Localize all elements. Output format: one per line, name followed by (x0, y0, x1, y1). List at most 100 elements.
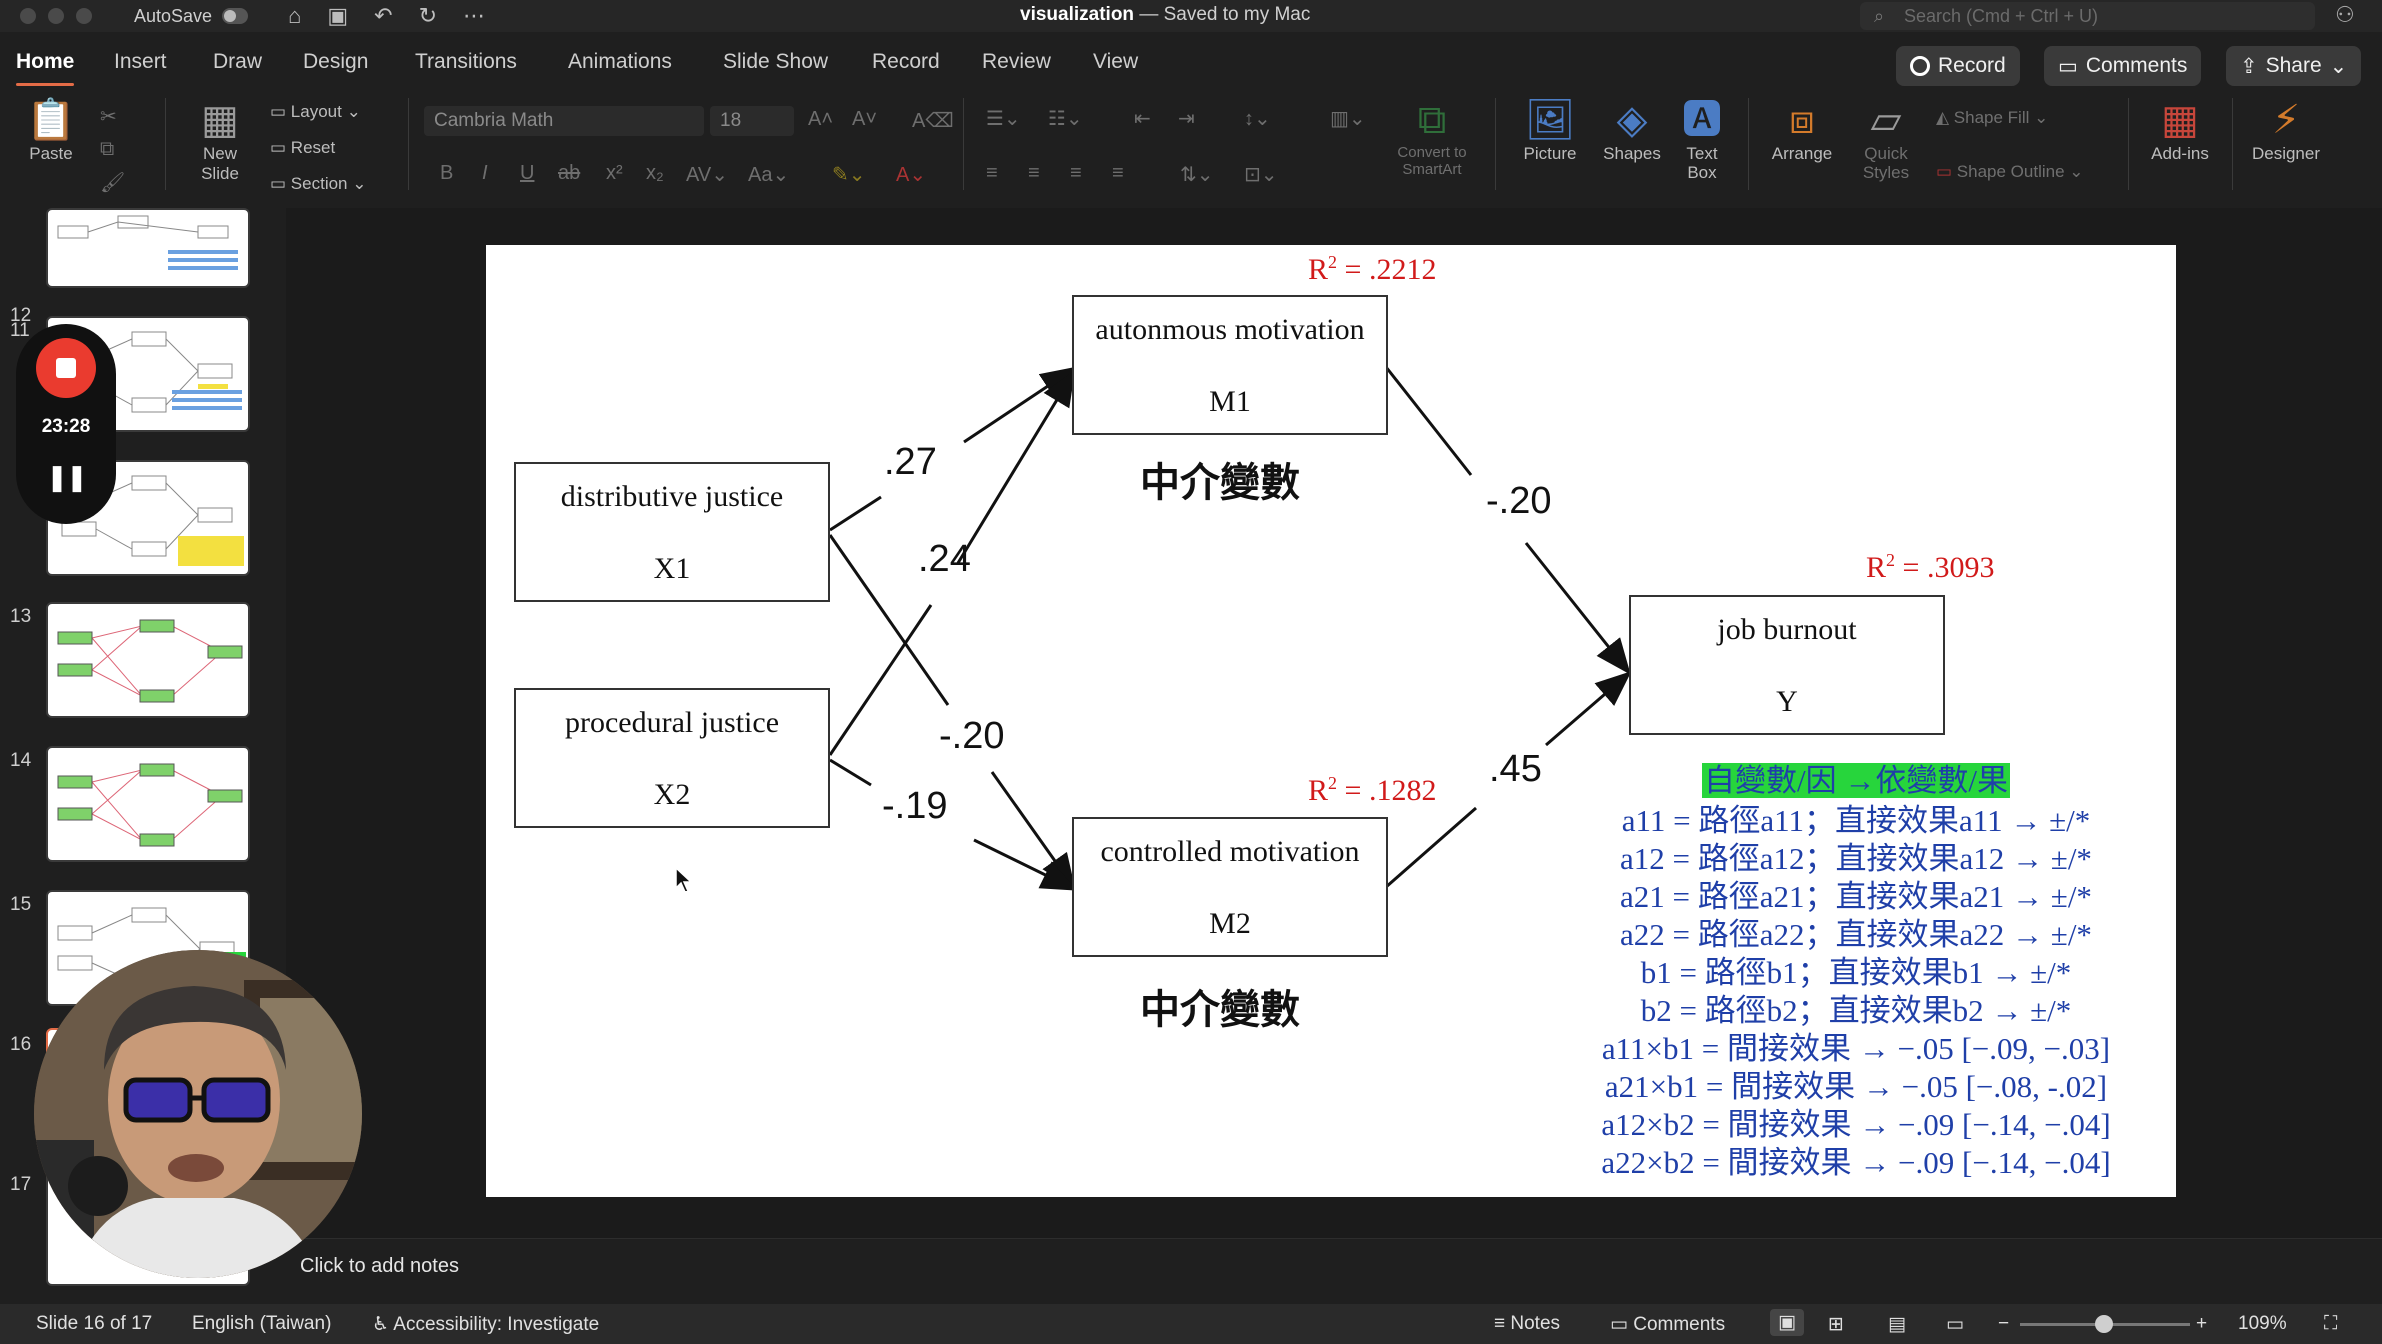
new-slide-button[interactable]: ▦ New Slide (180, 96, 260, 184)
slide-thumbnail[interactable] (46, 746, 250, 862)
account-icon[interactable]: ⚇ (2335, 2, 2355, 28)
numbering-icon[interactable]: ☷⌄ (1048, 106, 1083, 131)
columns-icon[interactable]: ▥⌄ (1330, 106, 1366, 131)
close-window-button[interactable] (20, 8, 36, 24)
slide-sorter-icon[interactable]: ⊞ (1828, 1313, 1844, 1336)
text-box-button[interactable]: 🅰 Text Box (1676, 96, 1728, 182)
italic-icon[interactable]: I (482, 162, 488, 185)
coef-a11[interactable]: .27 (884, 441, 937, 484)
normal-view-icon[interactable]: ▣ (1770, 1309, 1804, 1336)
decrease-font-icon[interactable]: A˅ (852, 108, 877, 131)
tab-slide-show[interactable]: Slide Show (723, 50, 828, 74)
shape-outline-button[interactable]: ▭ Shape Outline ⌄ (1936, 162, 2084, 182)
character-spacing-icon[interactable]: AV⌄ (686, 162, 728, 187)
shapes-button[interactable]: ◈ Shapes (1592, 96, 1672, 164)
share-button[interactable]: ⇪ Share ⌄ (2226, 46, 2362, 86)
coef-b2[interactable]: .45 (1489, 748, 1542, 791)
box-x2[interactable]: procedural justice X2 (514, 688, 830, 828)
format-painter-icon[interactable]: 🖌 (100, 170, 125, 195)
highlight-icon[interactable]: ✎⌄ (832, 162, 866, 187)
shape-fill-button[interactable]: ◭ Shape Fill ⌄ (1936, 108, 2048, 128)
coef-a21[interactable]: .24 (918, 538, 971, 581)
align-right-icon[interactable]: ≡ (1070, 162, 1082, 185)
autosave-switch[interactable] (222, 8, 249, 24)
tab-home[interactable]: Home (16, 50, 75, 86)
notes-pane[interactable]: Click to add notes (286, 1238, 2382, 1298)
tab-draw[interactable]: Draw (213, 50, 262, 74)
decrease-indent-icon[interactable]: ⇤ (1134, 106, 1151, 131)
zoom-in-icon[interactable]: + (2196, 1313, 2207, 1335)
paste-button[interactable]: 📋 Paste (16, 96, 86, 164)
bullets-icon[interactable]: ☰⌄ (986, 106, 1021, 131)
coef-a12[interactable]: -.20 (939, 715, 1004, 758)
font-color-icon[interactable]: A⌄ (896, 162, 926, 187)
slide-thumbnail[interactable] (46, 208, 250, 288)
arrange-button[interactable]: ⧈ Arrange (1760, 96, 1844, 164)
justify-icon[interactable]: ≡ (1112, 162, 1124, 185)
r2-y[interactable]: R2 = .3093 (1866, 550, 1994, 585)
record-button[interactable]: Record (1896, 46, 2020, 86)
line-spacing-icon[interactable]: ↕⌄ (1244, 106, 1271, 131)
quick-styles-button[interactable]: ▱ Quick Styles (1850, 96, 1922, 182)
copy-icon[interactable]: ⧉ (100, 138, 114, 161)
cut-icon[interactable]: ✂ (100, 104, 117, 129)
reset-button[interactable]: ▭ Reset (270, 138, 335, 158)
superscript-icon[interactable]: x² (606, 162, 623, 185)
underline-icon[interactable]: U (520, 162, 534, 185)
pause-recording-button[interactable]: ❚❚ (16, 462, 116, 493)
align-center-icon[interactable]: ≡ (1028, 162, 1040, 185)
box-y[interactable]: job burnout Y (1629, 595, 1945, 735)
redo-icon[interactable]: ↻ (419, 3, 437, 29)
mediator-label-m2[interactable]: 中介變數 (1140, 977, 1300, 1035)
font-name-field[interactable]: Cambria Math (424, 106, 704, 136)
zoom-out-icon[interactable]: − (1998, 1313, 2009, 1335)
box-m2[interactable]: controlled motivation M2 (1072, 817, 1388, 957)
tab-record[interactable]: Record (872, 50, 940, 74)
align-text-icon[interactable]: ⊡⌄ (1244, 162, 1278, 187)
change-case-icon[interactable]: Aa⌄ (748, 162, 789, 187)
increase-font-icon[interactable]: A˄ (808, 108, 833, 131)
slide-canvas[interactable]: distributive justice X1 procedural justi… (486, 245, 2176, 1197)
comments-button[interactable]: ▭ Comments (2044, 46, 2202, 86)
font-size-field[interactable]: 18 (710, 106, 794, 136)
bold-icon[interactable]: B (440, 162, 453, 185)
more-icon[interactable]: ⋯ (463, 3, 485, 29)
save-icon[interactable]: ▣ (327, 3, 348, 29)
stop-recording-button[interactable] (36, 338, 96, 398)
tab-view[interactable]: View (1093, 50, 1138, 74)
clear-formatting-icon[interactable]: A⌫ (912, 108, 954, 133)
effects-legend[interactable]: 自變數/因 →依變數/果 a11 = 路徑a11；直接效果a11 → ±/* a… (1556, 755, 2156, 1182)
coef-a22[interactable]: -.19 (882, 785, 947, 828)
slideshow-view-icon[interactable]: ▭ (1946, 1313, 1964, 1336)
comments-toggle[interactable]: ▭ Comments (1610, 1313, 1725, 1336)
tab-insert[interactable]: Insert (114, 50, 167, 74)
notes-toggle[interactable]: ≡ Notes (1494, 1313, 1560, 1335)
language-indicator[interactable]: English (Taiwan) (192, 1313, 331, 1335)
designer-button[interactable]: ⚡ Designer (2244, 96, 2328, 164)
home-icon[interactable]: ⌂ (288, 3, 301, 29)
text-direction-icon[interactable]: ⇅⌄ (1180, 162, 1214, 187)
section-button[interactable]: ▭ Section ⌄ (270, 174, 366, 194)
r2-m2[interactable]: R2 = .1282 (1308, 773, 1436, 808)
zoom-level[interactable]: 109% (2238, 1313, 2287, 1335)
box-m1[interactable]: autonmous motivation M1 (1072, 295, 1388, 435)
align-left-icon[interactable]: ≡ (986, 162, 998, 185)
accessibility-checker[interactable]: ♿ Accessibility: Investigate (372, 1313, 599, 1336)
add-ins-button[interactable]: ▦ Add-ins (2140, 96, 2220, 164)
r2-m1[interactable]: R2 = .2212 (1308, 252, 1436, 287)
layout-button[interactable]: ▭ Layout ⌄ (270, 102, 361, 122)
autosave-toggle[interactable]: AutoSave (134, 6, 249, 27)
slide-thumbnail[interactable] (46, 602, 250, 718)
minimize-window-button[interactable] (48, 8, 64, 24)
convert-smartart-button[interactable]: ⧉ Convert to SmartArt (1380, 96, 1484, 178)
tab-animations[interactable]: Animations (568, 50, 672, 74)
zoom-slider-handle[interactable] (2095, 1315, 2113, 1333)
search-field[interactable]: ⌕ Search (Cmd + Ctrl + U) (1860, 2, 2315, 30)
strikethrough-icon[interactable]: ab (558, 162, 580, 185)
undo-icon[interactable]: ↶ (374, 3, 392, 29)
box-x1[interactable]: distributive justice X1 (514, 462, 830, 602)
fit-to-window-icon[interactable]: ⛶ (2324, 1313, 2337, 1335)
subscript-icon[interactable]: x₂ (646, 162, 664, 185)
reading-view-icon[interactable]: ▤ (1888, 1313, 1906, 1336)
picture-button[interactable]: 🖼 Picture (1510, 96, 1590, 164)
